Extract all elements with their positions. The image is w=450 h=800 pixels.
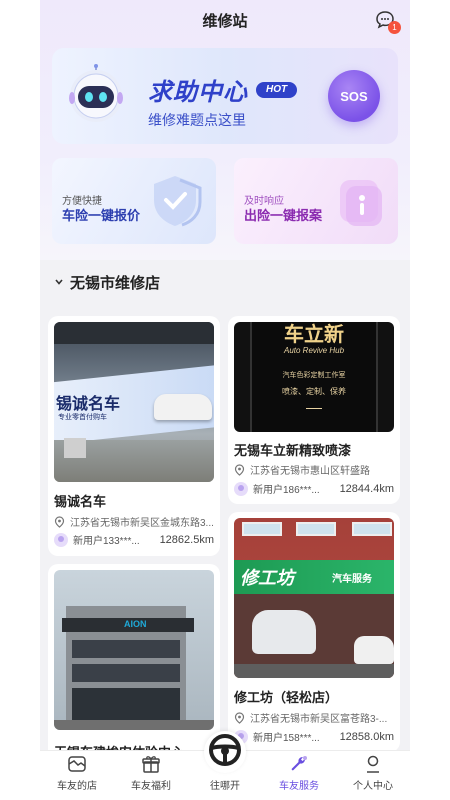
robot-icon — [69, 64, 123, 122]
quote-card-title: 车险一键报价 — [62, 208, 141, 223]
app-screen: 维修站 1 求助中心 HOT 维修难题点这里 SOS 方便快捷 车险一键报价 及… — [40, 0, 410, 800]
claim-report-card[interactable]: 及时响应 出险一键报案 — [234, 158, 398, 244]
info-shield-icon — [340, 180, 382, 226]
help-center-banner[interactable]: 求助中心 HOT 维修难题点这里 SOS — [52, 48, 398, 144]
insurance-quote-card[interactable]: 方便快捷 车险一键报价 — [52, 158, 216, 244]
shop-card[interactable]: 修工坊 汽车服务 修工坊（轻松店） 江苏省无锡市新吴区富苍路3-... 新用户1… — [228, 512, 400, 752]
shop-meta: 新用户133***... 12862.5km — [54, 532, 214, 547]
shop-card[interactable]: AION 无锡车建埃安体验中心 — [48, 564, 220, 764]
shop-name: 修工坊（轻松店） — [234, 690, 339, 705]
shield-check-icon — [154, 176, 202, 227]
section-header[interactable]: 无锡市维修店 — [40, 262, 410, 302]
tab-store[interactable]: 车友的店 — [40, 751, 114, 800]
shop-user: 新用户133***... — [73, 536, 140, 547]
sos-button[interactable]: SOS — [328, 70, 380, 122]
shop-photo-subtext: 专业零首付购车 — [58, 414, 107, 421]
store-icon — [68, 756, 86, 772]
shop-address: 江苏省无锡市新吴区富苍路3-... — [234, 710, 387, 725]
shop-meta: 新用户186***... 12844.4km — [234, 481, 394, 496]
location-pin-icon — [234, 463, 245, 476]
shop-photo-text: 锡诚名车 — [56, 396, 121, 413]
tab-profile[interactable]: 个人中心 — [336, 751, 410, 800]
person-icon — [367, 755, 379, 773]
chevron-down-icon — [55, 279, 63, 285]
message-badge: 1 — [388, 21, 401, 34]
tab-label: 车友服务 — [279, 781, 319, 792]
shop-photo-text: 车立新 — [284, 324, 344, 346]
shop-address-text: 江苏省无锡市惠山区轩盛路 — [250, 466, 370, 477]
shop-card[interactable]: 车立新 Auto Revive Hub 汽车色彩定制工作室 喷漆、定制、保养 无… — [228, 316, 400, 504]
help-center-subtitle: 维修难题点这里 — [148, 112, 246, 128]
shop-distance: 12862.5km — [159, 533, 214, 546]
avatar — [54, 532, 68, 547]
tab-label: 往哪开 — [210, 781, 240, 792]
shop-photo-subtext: Auto Revive Hub — [283, 346, 345, 355]
tab-label: 车友的店 — [57, 781, 97, 792]
location-pin-icon — [234, 711, 245, 724]
shop-address-text: 江苏省无锡市新吴区金城东路3... — [70, 518, 214, 529]
avatar — [234, 481, 248, 496]
shop-user: 新用户186***... — [253, 485, 320, 496]
claim-card-title: 出险一键报案 — [244, 208, 323, 223]
shop-card[interactable]: 锡诚名车 专业零首付购车 锡诚名车 江苏省无锡市新吴区金城东路3... 新用户1… — [48, 316, 220, 556]
hot-badge: HOT — [256, 82, 298, 98]
shop-address: 江苏省无锡市新吴区金城东路3... — [54, 514, 214, 529]
steering-wheel-icon — [209, 734, 241, 766]
shop-photo-line2: 喷漆、定制、保养 — [282, 387, 346, 396]
location-pin-icon — [54, 515, 65, 528]
shop-photo: 修工坊 汽车服务 — [234, 518, 394, 678]
shop-address-text: 江苏省无锡市新吴区富苍路3-... — [250, 714, 388, 725]
tab-service[interactable]: 车友服务 — [262, 751, 336, 800]
gift-icon — [142, 756, 160, 773]
tab-label: 个人中心 — [353, 781, 393, 792]
shop-photo-text: 修工坊 — [240, 568, 294, 588]
tab-welfare[interactable]: 车友福利 — [114, 751, 188, 800]
steering-wheel-button[interactable] — [204, 731, 246, 773]
help-center-title: 求助中心 — [148, 79, 248, 106]
shop-photo: 锡诚名车 专业零首付购车 — [54, 322, 214, 482]
section-title: 无锡市维修店 — [70, 274, 161, 292]
tab-label: 车友福利 — [131, 781, 171, 792]
tab-drive[interactable]: 往哪开 — [188, 731, 262, 800]
shop-photo-text: AION — [124, 619, 147, 629]
shop-distance: 12844.4km — [339, 482, 394, 495]
bottom-tab-bar: 车友的店 车友福利 往哪开 车友服务 个人中心 — [40, 731, 410, 800]
shop-address: 江苏省无锡市惠山区轩盛路 — [234, 462, 370, 477]
page-title: 维修站 — [202, 12, 248, 30]
shop-photo-line: 汽车色彩定制工作室 — [282, 372, 346, 379]
shop-photo: 车立新 Auto Revive Hub 汽车色彩定制工作室 喷漆、定制、保养 — [234, 322, 394, 432]
message-button[interactable]: 1 — [374, 10, 401, 34]
navbar: 维修站 1 — [40, 0, 410, 40]
shop-user: 新用户158***... — [253, 733, 320, 744]
shop-name: 锡诚名车 — [54, 494, 107, 509]
shop-distance: 12858.0km — [339, 730, 394, 743]
shop-photo: AION — [54, 570, 214, 730]
wrench-icon — [291, 756, 307, 771]
shop-meta: 新用户158***... 12858.0km — [234, 729, 394, 744]
shop-name: 无锡车立新精致喷漆 — [234, 443, 352, 458]
shop-photo-subtext: 汽车服务 — [332, 574, 372, 585]
sos-label: SOS — [340, 88, 368, 104]
